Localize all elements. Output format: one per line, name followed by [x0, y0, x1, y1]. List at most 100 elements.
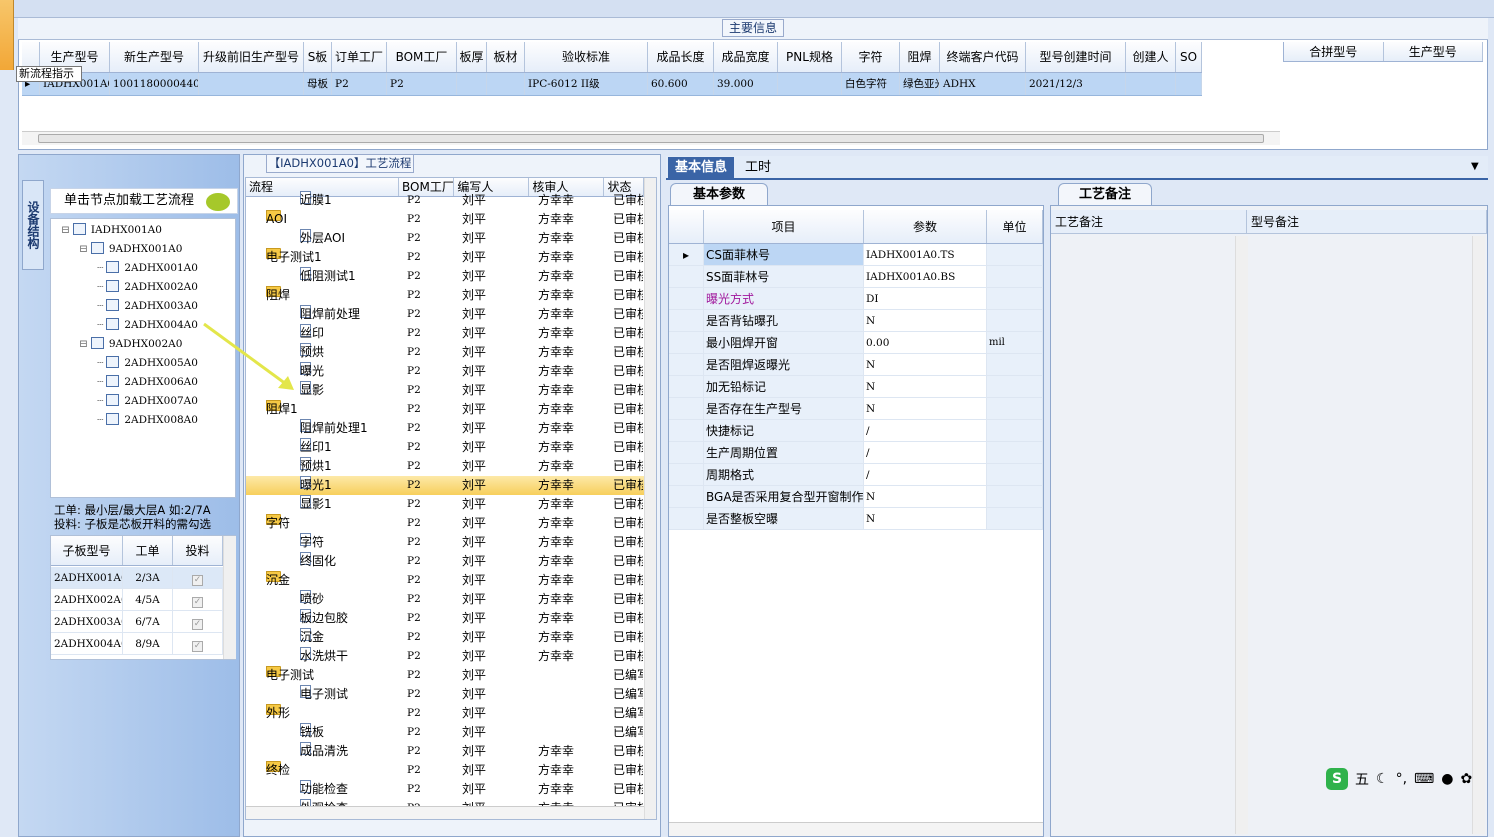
- param-value[interactable]: IADHX001A0.TS: [864, 244, 987, 265]
- tree-line[interactable]: ┄: [97, 395, 103, 407]
- table-row[interactable]: 2ADHX002A0 4/5A ✓: [51, 589, 223, 611]
- flow-row[interactable]: −AOIP2刘平方幸幸已审核: [246, 210, 644, 229]
- ime-toolbar[interactable]: S 五 ☾ °, ⌨ ● ✿: [1326, 766, 1488, 792]
- col-header[interactable]: 字符: [842, 42, 900, 72]
- sub-col-header[interactable]: 投料: [173, 536, 223, 565]
- tree-line[interactable]: ┄: [97, 281, 103, 293]
- tree-node[interactable]: ┄ 2ADHX006A0: [97, 374, 198, 390]
- row-indicator[interactable]: [669, 354, 704, 375]
- expander-icon[interactable]: ⊟: [61, 224, 70, 236]
- flow-row[interactable]: −电子测试P2刘平已编写: [246, 666, 644, 685]
- param-value[interactable]: N: [864, 310, 987, 331]
- flow-hscroll[interactable]: [246, 806, 644, 819]
- col-header[interactable]: 升级前旧生产型号: [199, 42, 304, 72]
- param-value[interactable]: /: [864, 464, 987, 485]
- merge-col-header[interactable]: 生产型号: [1384, 42, 1483, 61]
- row-indicator[interactable]: ▸: [669, 244, 704, 265]
- param-value[interactable]: N: [864, 354, 987, 375]
- remark-vscroll-1[interactable]: [1235, 236, 1248, 834]
- flow-row[interactable]: 显影 P2 刘平 方幸幸 已审核: [246, 381, 644, 400]
- param-col-header[interactable]: 单位: [987, 210, 1043, 243]
- tree-line[interactable]: ┄: [97, 357, 103, 369]
- param-value[interactable]: IADHX001A0.BS: [864, 266, 987, 287]
- param-col-header[interactable]: 参数: [864, 210, 987, 243]
- flow-row[interactable]: −电子测试1P2刘平方幸幸已审核: [246, 248, 644, 267]
- flow-row[interactable]: −外形P2刘平已编写: [246, 704, 644, 723]
- tree-line[interactable]: ┄: [97, 300, 103, 312]
- table-row[interactable]: 2ADHX004A0 8/9A ✓: [51, 633, 223, 655]
- flow-row[interactable]: 终固化 P2 刘平 方幸幸 已审核: [246, 552, 644, 571]
- param-value[interactable]: /: [864, 442, 987, 463]
- tree-node[interactable]: ⊟ IADHX001A0: [61, 222, 162, 238]
- keyboard-icon[interactable]: ⌨: [1414, 771, 1434, 787]
- flow-row[interactable]: 板边包胶 P2 刘平 方幸幸 已审核: [246, 609, 644, 628]
- col-header[interactable]: BOM工厂: [387, 42, 457, 72]
- param-value[interactable]: /: [864, 420, 987, 441]
- left-edge-handle[interactable]: [0, 0, 14, 70]
- param-row[interactable]: 曝光方式 DI: [669, 288, 1043, 310]
- param-col-header[interactable]: 项目: [704, 210, 864, 243]
- table-row[interactable]: 2ADHX001A0 2/3A ✓: [51, 567, 223, 589]
- flow-row[interactable]: 预烘1 P2 刘平 方幸幸 已审核: [246, 457, 644, 476]
- param-row[interactable]: 快捷标记 /: [669, 420, 1043, 442]
- flow-row[interactable]: −阻焊P2刘平方幸幸已审核: [246, 286, 644, 305]
- flow-row[interactable]: 字符 P2 刘平 方幸幸 已审核: [246, 533, 644, 552]
- sub-col-header[interactable]: 子板型号: [51, 536, 123, 565]
- feed-checkbox[interactable]: ✓: [192, 619, 203, 630]
- col-header[interactable]: S板: [304, 42, 332, 72]
- flow-row[interactable]: 显影1 P2 刘平 方幸幸 已审核: [246, 495, 644, 514]
- col-header[interactable]: PNL规格: [778, 42, 842, 72]
- col-header[interactable]: 成品宽度: [714, 42, 778, 72]
- param-value[interactable]: DI: [864, 288, 987, 309]
- flow-row[interactable]: 喷砂 P2 刘平 方幸幸 已审核: [246, 590, 644, 609]
- flow-row[interactable]: 功能检查 P2 刘平 方幸幸 已审核: [246, 780, 644, 799]
- param-row[interactable]: 是否整板空曝 N: [669, 508, 1043, 530]
- row-indicator[interactable]: [669, 266, 704, 287]
- flow-row[interactable]: 沉金 P2 刘平 方幸幸 已审核: [246, 628, 644, 647]
- flow-row[interactable]: 阻焊前处理1 P2 刘平 方幸幸 已审核: [246, 419, 644, 438]
- param-row[interactable]: 生产周期位置 /: [669, 442, 1043, 464]
- flow-row[interactable]: −沉金P2刘平方幸幸已审核: [246, 571, 644, 590]
- tab-work-hours[interactable]: 工时: [738, 157, 778, 179]
- main-hscrollbar[interactable]: [22, 131, 1280, 145]
- tree-node[interactable]: ┄ 2ADHX002A0: [97, 279, 198, 295]
- row-indicator[interactable]: [669, 508, 704, 529]
- col-header[interactable]: 验收标准: [525, 42, 648, 72]
- flow-row[interactable]: −阻焊1P2刘平方幸幸已审核: [246, 400, 644, 419]
- row-indicator[interactable]: [669, 442, 704, 463]
- param-row[interactable]: 周期格式 /: [669, 464, 1043, 486]
- tree-node[interactable]: ⊟ 9ADHX002A0: [79, 336, 182, 352]
- tree-line[interactable]: ┄: [97, 262, 103, 274]
- expander-icon[interactable]: ⊟: [79, 338, 88, 350]
- col-header[interactable]: SO: [1176, 42, 1202, 72]
- flow-row[interactable]: 低阻测试1 P2 刘平 方幸幸 已审核: [246, 267, 644, 286]
- param-value[interactable]: 0.00: [864, 332, 987, 353]
- user-icon[interactable]: ●: [1441, 771, 1453, 787]
- remark-panel[interactable]: 工艺备注 型号备注: [1050, 205, 1488, 837]
- tree-node[interactable]: ┄ 2ADHX008A0: [97, 412, 198, 428]
- main-grid-row[interactable]: ▸ IADHX001A0 10011800004401 母板 P2 P2 IPC-6012 …: [22, 73, 1202, 96]
- flow-grid[interactable]: 流程BOM工厂编写人核审人状态近膜1P2刘平方幸幸已审核−AOIP2刘平方幸幸已…: [245, 177, 657, 820]
- flow-row[interactable]: 电子测试 P2 刘平 已编写: [246, 685, 644, 704]
- flow-vscroll[interactable]: [644, 178, 656, 819]
- col-header[interactable]: 创建人: [1126, 42, 1176, 72]
- row-indicator[interactable]: [669, 376, 704, 397]
- moon-icon[interactable]: ☾: [1376, 771, 1389, 787]
- skin-icon[interactable]: ✿: [1460, 771, 1472, 787]
- tree-node[interactable]: ┄ 2ADHX003A0: [97, 298, 198, 314]
- param-row[interactable]: ▸ CS面菲林号 IADHX001A0.TS: [669, 244, 1043, 266]
- param-row[interactable]: SS面菲林号 IADHX001A0.BS: [669, 266, 1043, 288]
- flow-row[interactable]: 丝印1 P2 刘平 方幸幸 已审核: [246, 438, 644, 457]
- param-grid[interactable]: 项目 参数 单位 ▸ CS面菲林号 IADHX001A0.TS SS面菲林号 IADHX001…: [668, 205, 1044, 837]
- row-indicator[interactable]: [669, 332, 704, 353]
- param-row[interactable]: BGA是否采用复合型开窗制作 N: [669, 486, 1043, 508]
- sub-board-grid[interactable]: 子板型号 工单 投料 2ADHX001A0 2/3A ✓ 2ADHX002A0 4/5A ✓ 2A…: [50, 535, 236, 660]
- row-indicator[interactable]: [669, 486, 704, 507]
- param-row[interactable]: 是否背钻曝孔 N: [669, 310, 1043, 332]
- tree-node[interactable]: ┄ 2ADHX005A0: [97, 355, 198, 371]
- flow-row[interactable]: −终检P2刘平方幸幸已审核: [246, 761, 644, 780]
- flow-row[interactable]: 成品清洗 P2 刘平 方幸幸 已审核: [246, 742, 644, 761]
- table-row[interactable]: 2ADHX003A0 6/7A ✓: [51, 611, 223, 633]
- flow-row[interactable]: 预烘 P2 刘平 方幸幸 已审核: [246, 343, 644, 362]
- tab-basic-info[interactable]: 基本信息: [668, 157, 734, 179]
